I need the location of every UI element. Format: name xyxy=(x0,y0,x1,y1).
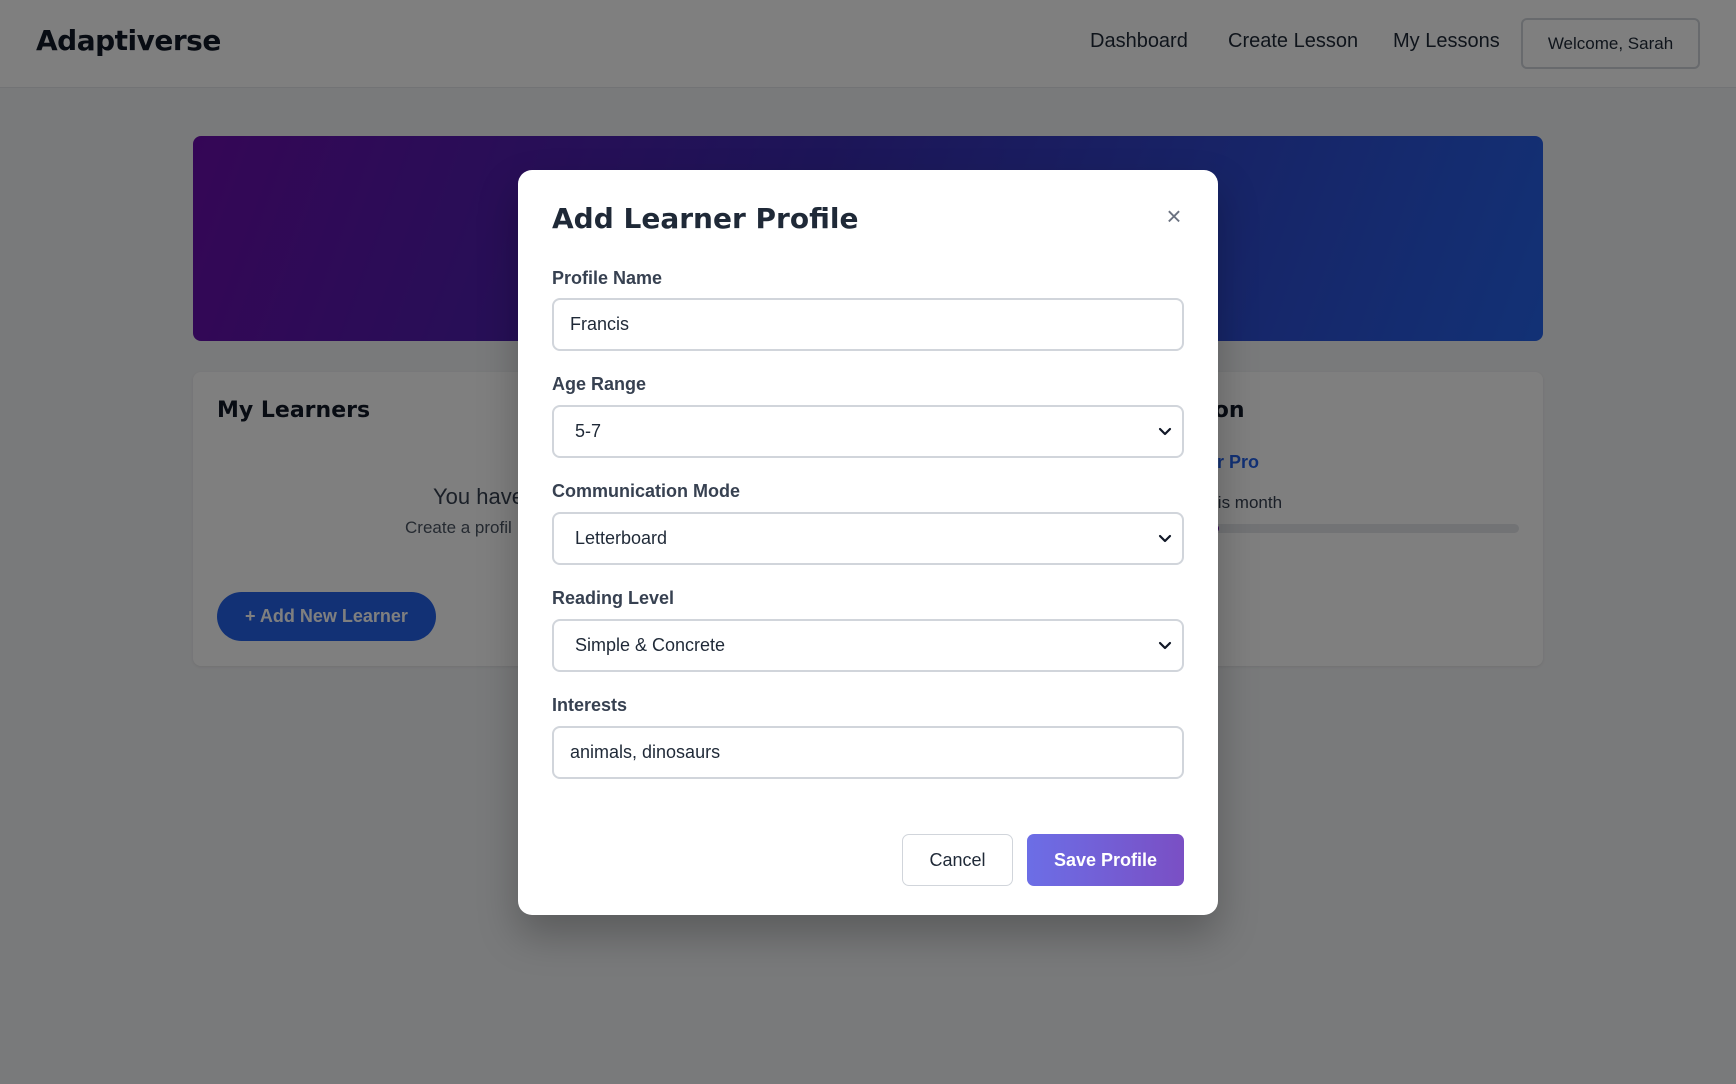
chevron-down-icon xyxy=(1158,534,1172,543)
profile-name-label: Profile Name xyxy=(552,268,663,288)
communication-mode-label: Communication Mode xyxy=(552,481,740,501)
age-range-value: 5-7 xyxy=(575,421,602,441)
profile-name-input[interactable]: Francis xyxy=(552,298,1184,351)
modal-title: Add Learner Profile xyxy=(552,202,859,235)
chevron-down-icon xyxy=(1158,641,1172,650)
close-icon[interactable]: × xyxy=(1162,203,1186,229)
chevron-down-icon xyxy=(1158,427,1172,436)
cancel-button[interactable]: Cancel xyxy=(902,834,1013,886)
add-learner-modal: Add Learner Profile × Profile Name Franc… xyxy=(518,170,1218,915)
interests-label: Interests xyxy=(552,695,628,715)
age-range-label: Age Range xyxy=(552,374,647,394)
save-profile-button[interactable]: Save Profile xyxy=(1027,834,1184,886)
age-range-select[interactable]: 5-7 xyxy=(552,405,1184,458)
reading-level-label: Reading Level xyxy=(552,588,675,608)
reading-level-select[interactable]: Simple & Concrete xyxy=(552,619,1184,672)
interests-input[interactable]: animals, dinosaurs xyxy=(552,726,1184,779)
communication-mode-value: Letterboard xyxy=(575,528,668,548)
interests-value: animals, dinosaurs xyxy=(570,742,721,762)
profile-name-value: Francis xyxy=(570,314,630,334)
reading-level-value: Simple & Concrete xyxy=(575,635,726,655)
communication-mode-select[interactable]: Letterboard xyxy=(552,512,1184,565)
